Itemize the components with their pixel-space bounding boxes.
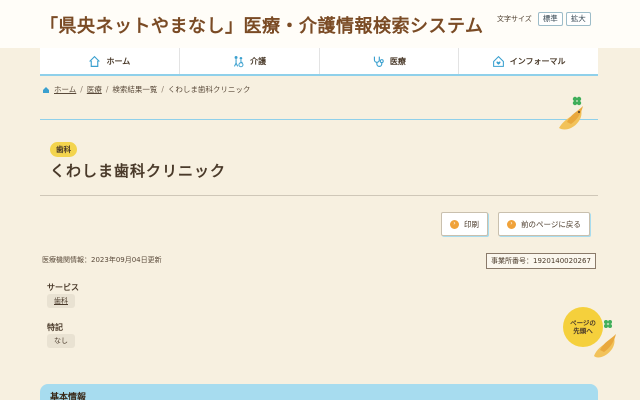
arrow-right-icon: › <box>450 219 459 229</box>
updated-date: 医療機関情報：2023年09月04日更新 <box>42 256 162 264</box>
nav-item-label: インフォーマル <box>509 56 566 66</box>
nav-item-home[interactable]: ホーム <box>40 48 180 74</box>
care-icon <box>234 55 244 67</box>
service-link[interactable]: 歯科 <box>47 294 75 308</box>
breadcrumb-separator: / <box>105 85 109 94</box>
breadcrumb-medical-link[interactable]: 医療 <box>87 84 102 95</box>
breadcrumb-separator: / <box>80 85 83 94</box>
nav-item-label: ホーム <box>106 56 131 66</box>
business-number: 事業所番号：1920140020267 <box>486 253 596 269</box>
page-title: くわしま歯科クリニック <box>50 162 227 180</box>
service-label: サービス <box>47 283 79 292</box>
nav-item-medical[interactable]: 医療 <box>320 48 460 74</box>
home-icon <box>89 55 101 67</box>
house-heart-icon <box>492 55 504 67</box>
nav-item-care[interactable]: 介護 <box>180 48 320 74</box>
section-header-basic-info: 基本情報 <box>40 384 598 400</box>
font-size-normal-button[interactable]: 標準 <box>537 12 563 26</box>
divider <box>40 195 598 196</box>
feature-label: 特記 <box>47 323 63 332</box>
nav-item-label: 医療 <box>389 56 406 66</box>
breadcrumb: ホーム / 医療 / 検索結果一覧 / くわしま歯科クリニック <box>42 84 250 95</box>
print-button[interactable]: › 印刷 <box>441 212 488 236</box>
arrow-right-icon: › <box>507 219 516 229</box>
back-button-label: 前のページに戻る <box>521 219 581 229</box>
breadcrumb-separator: / <box>161 85 164 94</box>
site-header: 「県央ネットやまなし」医療・介護情報検索システム 文字サイズ 標準 拡大 <box>0 0 640 48</box>
font-size-large-button[interactable]: 拡大 <box>565 12 591 26</box>
font-size-controls: 文字サイズ 標準 拡大 <box>497 12 591 26</box>
nav-item-informal[interactable]: インフォーマル <box>459 48 598 74</box>
back-button[interactable]: › 前のページに戻る <box>498 212 590 236</box>
feature-value: なし <box>47 334 75 348</box>
breadcrumb-home-link[interactable]: ホーム <box>54 84 76 95</box>
divider <box>40 119 598 120</box>
stethoscope-icon <box>373 56 384 67</box>
font-size-label: 文字サイズ <box>497 14 532 23</box>
nav-item-label: 介護 <box>250 56 267 66</box>
bird-icon <box>559 96 583 130</box>
site-title[interactable]: 「県央ネットやまなし」医療・介護情報検索システム <box>40 12 483 38</box>
category-tag: 歯科 <box>50 142 77 157</box>
breadcrumb-current: くわしま歯科クリニック <box>167 85 251 94</box>
bird-icon <box>594 320 616 358</box>
main-nav: ホーム 介護 医療 インフォーマル <box>40 48 598 76</box>
print-button-label: 印刷 <box>464 219 479 229</box>
home-icon <box>43 86 49 93</box>
breadcrumb-results: 検索結果一覧 <box>112 85 158 94</box>
